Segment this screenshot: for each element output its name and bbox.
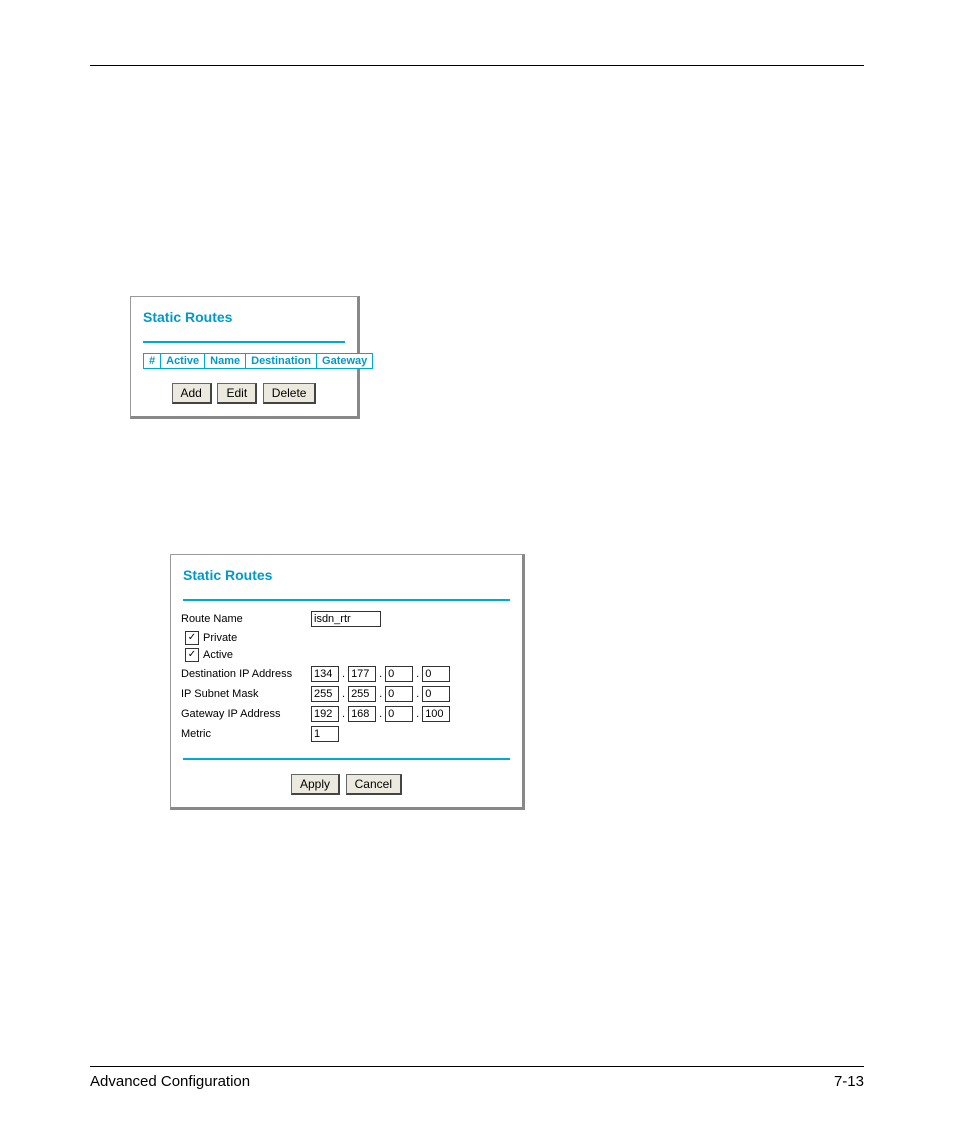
panel1-title: Static Routes — [143, 309, 347, 325]
cancel-button[interactable]: Cancel — [346, 774, 402, 795]
col-num[interactable]: # — [144, 354, 161, 369]
active-label: Active — [203, 649, 233, 661]
divider — [183, 758, 510, 760]
edit-button[interactable]: Edit — [217, 383, 257, 404]
static-routes-list-panel: Static Routes # Active Name Destination … — [130, 296, 360, 419]
dest-octet-1[interactable] — [311, 666, 339, 682]
footer-right: 7-13 — [834, 1073, 864, 1090]
panel2-title: Static Routes — [183, 567, 512, 583]
dest-octet-3[interactable] — [385, 666, 413, 682]
divider — [183, 599, 510, 601]
route-name-label: Route Name — [181, 613, 311, 625]
add-button[interactable]: Add — [172, 383, 212, 404]
delete-button[interactable]: Delete — [263, 383, 317, 404]
col-active[interactable]: Active — [161, 354, 205, 369]
mask-octet-2[interactable] — [348, 686, 376, 702]
mask-octet-4[interactable] — [422, 686, 450, 702]
gateway-label: Gateway IP Address — [181, 708, 311, 720]
top-divider — [90, 65, 864, 66]
col-destination[interactable]: Destination — [246, 354, 317, 369]
col-name[interactable]: Name — [205, 354, 246, 369]
gateway-octet-3[interactable] — [385, 706, 413, 722]
divider — [143, 341, 345, 343]
page-footer: Advanced Configuration 7-13 — [90, 1066, 864, 1090]
apply-button[interactable]: Apply — [291, 774, 340, 795]
static-routes-form-panel: Static Routes Route Name ✓ Private ✓ Act… — [170, 554, 525, 810]
dest-octet-4[interactable] — [422, 666, 450, 682]
private-label: Private — [203, 632, 237, 644]
destination-label: Destination IP Address — [181, 668, 311, 680]
active-checkbox[interactable]: ✓ — [185, 648, 199, 662]
dest-octet-2[interactable] — [348, 666, 376, 682]
mask-octet-3[interactable] — [385, 686, 413, 702]
gateway-octet-1[interactable] — [311, 706, 339, 722]
routes-table: # Active Name Destination Gateway — [143, 353, 373, 369]
private-checkbox[interactable]: ✓ — [185, 631, 199, 645]
route-name-input[interactable] — [311, 611, 381, 627]
mask-octet-1[interactable] — [311, 686, 339, 702]
col-gateway[interactable]: Gateway — [317, 354, 373, 369]
gateway-octet-2[interactable] — [348, 706, 376, 722]
gateway-octet-4[interactable] — [422, 706, 450, 722]
mask-label: IP Subnet Mask — [181, 688, 311, 700]
footer-left: Advanced Configuration — [90, 1073, 250, 1090]
metric-label: Metric — [181, 728, 311, 740]
footer-divider — [90, 1066, 864, 1067]
metric-input[interactable] — [311, 726, 339, 742]
